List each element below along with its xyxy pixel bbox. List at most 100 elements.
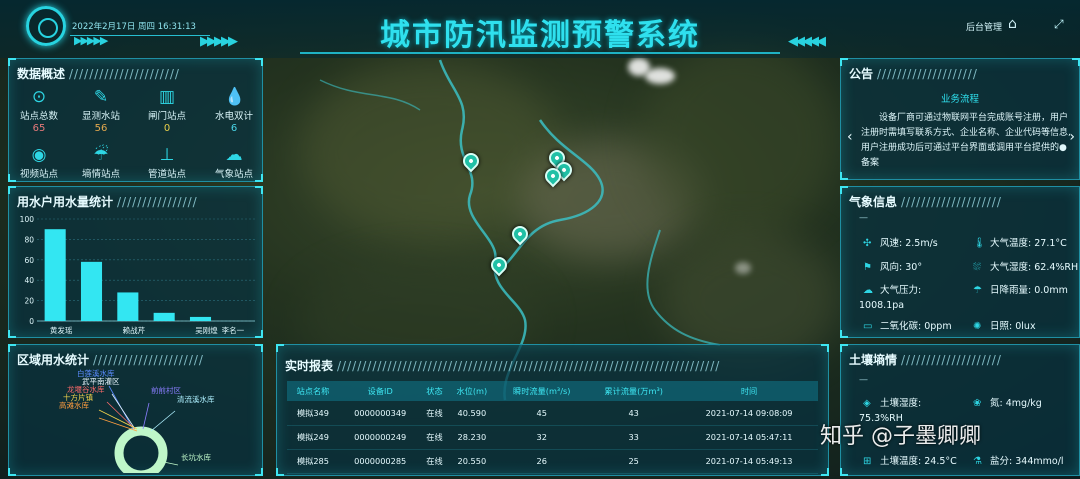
panel-title: 气象信息//////////////////// <box>849 195 1002 209</box>
top-header: 2022年2月17日 周四 16:31:13 ▶▶▶▶▶ ▶▶▶▶▶ 城市防汛监… <box>0 0 1080 58</box>
page-title: 城市防汛监测预警系统 <box>380 18 700 53</box>
bar <box>80 261 103 321</box>
col-header: 时间 <box>680 381 818 401</box>
bar <box>153 312 175 321</box>
thermometer-icon: 🌡 <box>973 238 986 249</box>
overview-hydro-dual[interactable]: 💧 水电双计 6 <box>204 87 264 134</box>
water-drop-icon: 💧 <box>224 87 246 107</box>
nitrogen-icon: ❀ <box>973 398 982 409</box>
x-tick-label: 黄发瑶 <box>50 325 73 335</box>
wind-direction-icon: ⚑ <box>863 262 872 273</box>
weather-wind-direction: ⚑ 风向: 30° <box>863 262 923 273</box>
weather-daily-rain: ☂ 日降雨量: 0.0mm <box>973 285 1068 296</box>
overview-value: 6 <box>230 123 238 134</box>
x-tick-label: 赖战芹 <box>123 325 146 335</box>
region-label: 高滩水库 <box>59 401 89 410</box>
weather-co2: ▭ 二氧化碳: 0ppm <box>863 321 952 332</box>
table-row[interactable]: 模拟249 0000000249 在线 28.230 32 33 2021-07… <box>287 425 818 450</box>
weather-icon: ☁ <box>225 145 243 165</box>
overview-value: 65 <box>32 123 46 134</box>
decor-chevrons-left-2: ▶▶▶▶▶ <box>200 34 238 49</box>
co2-icon: ▭ <box>863 321 873 332</box>
decor-chevrons-left: ▶▶▶▶▶ <box>74 34 108 47</box>
backend-admin-link[interactable]: 后台管理 <box>966 20 1002 33</box>
overview-pipe-stations[interactable]: ⊥ 管道站点 <box>137 145 197 180</box>
overview-total-stations[interactable]: ⊙ 站点总数 65 <box>9 87 69 134</box>
region-label: 长坑水库 <box>181 453 211 462</box>
watermark: 知乎 @子墨卿卿 <box>820 424 981 449</box>
overview-weather-stations[interactable]: ☁ 气象站点 <box>204 145 264 180</box>
overview-gate-stations[interactable]: ▥ 闸门站点 0 <box>137 87 197 134</box>
y-tick-label: 40 <box>24 276 34 285</box>
col-header: 设备ID <box>338 381 422 401</box>
humidity-icon: ⛆ <box>973 262 981 273</box>
wind-icon: ✣ <box>863 238 872 249</box>
panel-title: 土壤墒情//////////////////// <box>849 353 1002 367</box>
notice-body: 设备厂商可通过物联网平台完成账号注册，用户注册时需填写联系方式、企业名称、企业代… <box>861 113 1071 168</box>
weather-pressure: ☁ 大气压力: <box>863 285 922 296</box>
water-usage-bar-chart: 0 20 40 60 80 100 黄发瑶 赖战芹 吴刚煌 李名一 <box>20 215 255 335</box>
bar <box>44 229 66 321</box>
weather-air-temp: 🌡 大气温度: 27.1°C <box>973 238 1067 249</box>
weather-panel: 气象信息//////////////////// — ✣ 风速: 2.5m/s 🌡… <box>840 186 1080 338</box>
y-tick-label: 0 <box>29 317 34 326</box>
overview-video-stations[interactable]: ◉ 视频站点 <box>9 145 69 180</box>
dash-marker: — <box>859 375 868 385</box>
soil-temperature: ⊞ 土壤温度: 24.5°C <box>863 456 957 467</box>
col-header: 水位(m) <box>447 381 497 401</box>
soil-temp-icon: ⊞ <box>863 456 872 467</box>
col-header: 瞬时流量(m³/s) <box>496 381 588 401</box>
decor-chevrons-right: ◀◀◀◀◀ <box>788 34 826 49</box>
soil-panel: 土壤墒情//////////////////// — ◈ 土壤湿度: 75.3%R… <box>840 344 1080 476</box>
weather-sunlight: ✺ 日照: 0lux <box>973 321 1036 332</box>
pressure-icon: ☁ <box>863 285 873 296</box>
x-tick-label: 吴刚煌 <box>195 325 218 335</box>
panel-title: 用水户用水量统计//////////////// <box>17 195 198 209</box>
gate-icon: ▥ <box>158 87 176 107</box>
region-donut-chart <box>98 385 179 473</box>
pipe-icon: ⊥ <box>159 145 175 165</box>
table-row[interactable]: 模拟349 0000000349 在线 40.590 45 43 2021-07… <box>287 401 818 426</box>
col-header: 累计流量(万m³) <box>587 381 681 401</box>
soil-salinity: ⚗ 盐分: 344mmo/l <box>973 456 1064 467</box>
region-usage-panel: 区域用水统计////////////////////// 白莲溪水库 武平南灌区… <box>8 344 263 476</box>
overview-value: 0 <box>163 123 171 134</box>
carousel-prev-icon[interactable]: ‹ <box>847 129 853 145</box>
bar <box>189 316 212 321</box>
panel-title: 公告//////////////////// <box>849 67 978 81</box>
realtime-report-panel: 实时报表////////////////////////////////////… <box>276 344 829 476</box>
radar-logo-icon <box>26 6 66 46</box>
carousel-next-icon[interactable]: › <box>1069 129 1075 145</box>
soil-nitrogen: ❀ 氮: 4mg/kg <box>973 398 1042 409</box>
panel-title: 实时报表////////////////////////////////////… <box>285 359 721 373</box>
notice-subtitle: 业务流程 <box>940 94 979 105</box>
weather-pressure-value: 1008.1pa <box>859 300 905 311</box>
y-tick-label: 60 <box>24 256 34 265</box>
sun-icon: ✺ <box>973 321 982 332</box>
weather-wind-speed: ✣ 风速: 2.5m/s <box>863 238 938 249</box>
data-overview-panel: 数据概述////////////////////// ⊙ 站点总数 65 ✎ 显… <box>8 58 263 182</box>
y-tick-label: 100 <box>20 215 35 224</box>
donut-ring <box>114 426 168 473</box>
region-label: 清流溪水库 <box>177 395 215 404</box>
location-pin-icon: ⊙ <box>31 87 47 107</box>
tool-icon: ✎ <box>93 87 109 107</box>
y-tick-label: 80 <box>24 235 34 244</box>
salt-icon: ⚗ <box>973 456 982 467</box>
y-tick-label: 20 <box>24 297 34 306</box>
video-pin-icon: ◉ <box>31 145 47 165</box>
overview-value: 56 <box>94 123 108 134</box>
sprinkler-icon: ☔ <box>93 145 109 165</box>
overview-soil-stations[interactable]: ☔ 墒情站点 <box>71 145 131 180</box>
home-icon[interactable]: ⌂ <box>1008 16 1024 32</box>
fullscreen-icon[interactable]: ⤢ <box>1054 17 1064 32</box>
rain-icon: ☂ <box>973 285 982 296</box>
col-header: 站点名称 <box>287 381 339 401</box>
table-header-row: 站点名称 设备ID 状态 水位(m) 瞬时流量(m³/s) 累计流量(万m³) … <box>287 381 818 401</box>
col-header: 状态 <box>421 381 448 401</box>
table-row[interactable]: 模拟285 0000000285 在线 20.550 26 25 2021-07… <box>287 449 818 474</box>
water-usage-panel: 用水户用水量统计//////////////// 0 20 40 60 80 100 黄发瑶… <box>8 186 263 338</box>
panel-title: 数据概述////////////////////// <box>17 67 180 81</box>
soil-moisture: ◈ 土壤湿度: <box>863 398 922 409</box>
overview-water-stations[interactable]: ✎ 显测水站 56 <box>71 87 131 134</box>
